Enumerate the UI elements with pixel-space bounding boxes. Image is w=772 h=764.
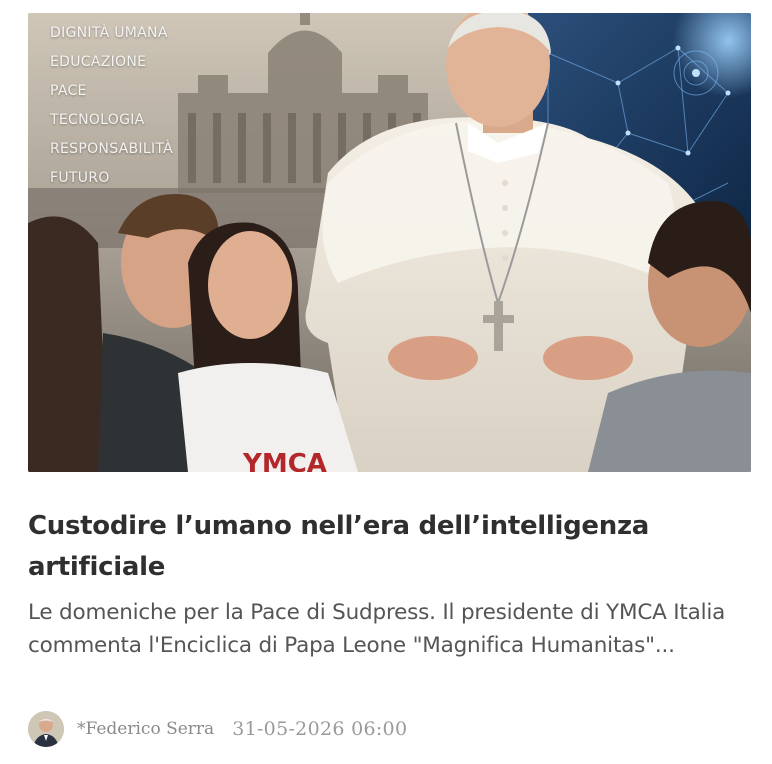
publish-date: 31-05-2026 06:00 xyxy=(232,718,408,740)
article-meta: *Federico Serra 31-05-2026 06:00 xyxy=(28,710,748,748)
hero-keyword-list: DIGNITÀ UMANA EDUCAZIONE PACE TECNOLOGIA… xyxy=(50,19,173,193)
shirt-logo-text: YMCA xyxy=(242,449,327,472)
article-title-link[interactable]: Custodire l’umano nell’era dell’intellig… xyxy=(28,506,748,588)
hero-image[interactable]: YMCA DIGNITÀ UMANA EDUCAZIONE PACE TECNO… xyxy=(28,13,751,472)
hero-keyword: TECNOLOGIA xyxy=(50,112,145,128)
hero-keyword: DIGNITÀ UMANA xyxy=(50,25,168,41)
avatar-portrait-icon xyxy=(28,711,64,747)
article-card[interactable]: YMCA DIGNITÀ UMANA EDUCAZIONE PACE TECNO… xyxy=(0,0,772,764)
hero-keyword: FUTURO xyxy=(50,170,110,186)
article-excerpt: Le domeniche per la Pace di Sudpress. Il… xyxy=(28,600,726,658)
hero-keyword: PACE xyxy=(50,83,87,99)
hero-keyword: RESPONSABILITÀ xyxy=(50,141,174,157)
hero-keyword: EDUCAZIONE xyxy=(50,54,147,70)
author-avatar[interactable] xyxy=(28,711,64,747)
author-name-link[interactable]: *Federico Serra xyxy=(77,719,214,739)
